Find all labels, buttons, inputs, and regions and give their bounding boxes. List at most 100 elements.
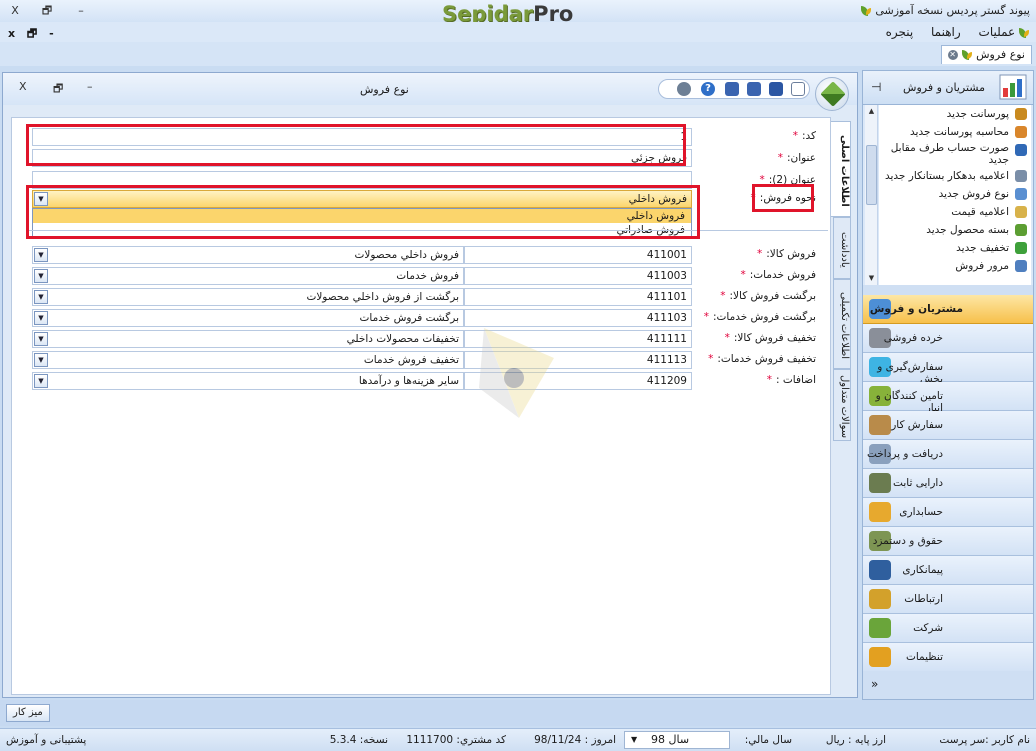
nav-module-button[interactable]: تامین کنندگان و انبار <box>863 382 1033 414</box>
title2-field[interactable] <box>32 171 692 189</box>
desktop-bar: میز کار <box>0 700 1036 726</box>
nav-module-button[interactable]: شرکت <box>863 614 1033 643</box>
doc-tab-sale-type[interactable]: نوع فروش ✕ <box>940 45 1032 64</box>
save-icon[interactable] <box>769 82 783 96</box>
scroll-up-icon[interactable]: ▲ <box>866 106 877 117</box>
nav-task-item[interactable]: تخفیف جدید <box>879 239 1031 257</box>
status-bar: نام کاربر :سر پرست ارز پایه : ريال سال م… <box>0 728 1036 751</box>
title-field[interactable]: فروش جزئي <box>32 149 692 167</box>
app-title-bar: X 🗗 – SepidarPro پیوند گستر پردیس نسخه آ… <box>0 0 1036 25</box>
help-icon[interactable]: ? <box>701 82 715 96</box>
option-domestic-sale[interactable]: فروش داخلي <box>33 209 691 223</box>
window-title: نوع فروش <box>360 83 409 96</box>
nav-task-item[interactable]: صورت حساب طرف مقابل جدید <box>879 141 1031 167</box>
nav-module-button[interactable]: سفارش کار <box>863 411 1033 440</box>
tab-main-info[interactable]: اطلاعات اصلی <box>831 121 851 217</box>
tab-close-icon[interactable]: ✕ <box>947 50 958 60</box>
form-toolbar: ? <box>658 79 810 99</box>
account-name-field[interactable]: تخفيف فروش خدمات <box>32 351 464 369</box>
menu-bar: x 🗗 - عملیات راهنما پنجره <box>0 22 1036 42</box>
discount-icon <box>1015 242 1027 254</box>
account-name-field[interactable]: ساير هزينه‌ها و درآمدها <box>32 372 464 390</box>
nav-splitter[interactable] <box>863 285 1033 295</box>
nav-module-button[interactable]: خرده فروشی <box>863 324 1033 353</box>
nav-module-button[interactable]: پیمانکاری <box>863 556 1033 585</box>
account-code-field[interactable]: 411001 <box>464 246 692 264</box>
sale-method-select[interactable]: فروش داخلي <box>32 190 692 208</box>
module-icon <box>869 502 891 522</box>
status-base-currency: ارز پایه : ريال <box>825 734 886 746</box>
account-name-field[interactable]: تخفيفات محصولات داخلي <box>32 330 464 348</box>
account-dropdown-icon[interactable]: ▼ <box>34 290 48 304</box>
account-name-field[interactable]: برگشت فروش خدمات <box>32 309 464 327</box>
nav-task-item[interactable]: محاسبه پورسانت جدید <box>879 123 1031 141</box>
save-close-icon[interactable] <box>725 82 739 96</box>
account-name-field[interactable]: فروش خدمات <box>32 267 464 285</box>
sale-type-icon <box>1015 188 1027 200</box>
code-field[interactable]: 1 <box>32 128 692 146</box>
account-name-field[interactable]: برگشت از فروش داخلي محصولات <box>32 288 464 306</box>
menu-window[interactable]: پنجره <box>886 25 914 39</box>
nav-task-item[interactable]: پورسانت جدید <box>879 105 1031 123</box>
account-dropdown-icon[interactable]: ▼ <box>34 269 48 283</box>
nav-module-button[interactable]: دارایی ثابت <box>863 469 1033 498</box>
nav-module-button[interactable]: حسابداری <box>863 498 1033 527</box>
product-pack-icon <box>1015 224 1027 236</box>
window-minimize-button[interactable]: – <box>87 80 93 93</box>
nav-task-item[interactable]: اعلامیه قیمت <box>879 203 1031 221</box>
window-close-button[interactable]: X <box>19 80 27 93</box>
account-dropdown-icon[interactable]: ▼ <box>34 374 48 388</box>
account-dropdown-icon[interactable]: ▼ <box>34 311 48 325</box>
scroll-thumb[interactable] <box>866 145 877 205</box>
menu-help[interactable]: راهنما <box>931 25 961 39</box>
chevron-more-icon[interactable]: » <box>871 677 878 691</box>
tab-faq[interactable]: سوالات متداول <box>833 369 851 441</box>
account-dropdown-icon[interactable]: ▼ <box>34 248 48 262</box>
status-version: نسخه: 5.3.4 <box>329 734 388 746</box>
account-code-field[interactable]: 411101 <box>464 288 692 306</box>
account-name-field[interactable]: فروش داخلي محصولات <box>32 246 464 264</box>
nav-task-item[interactable]: نوع فروش جدید <box>879 185 1031 203</box>
nav-task-item[interactable]: مرور فروش <box>879 257 1031 275</box>
nav-module-button[interactable]: دریافت و پرداخت <box>863 440 1033 469</box>
sepidar-leaf-icon <box>860 5 872 17</box>
app-title: پیوند گستر پردیس نسخه آموزشی <box>860 4 1030 17</box>
bee-watermark-icon <box>479 328 554 418</box>
account-dropdown-icon[interactable]: ▼ <box>34 332 48 346</box>
desk-button[interactable]: میز کار <box>6 704 50 722</box>
pin-icon[interactable]: ⊣ <box>871 80 881 94</box>
save-new-icon[interactable] <box>747 82 761 96</box>
nav-task-item[interactable]: اعلامیه بدهکار بستانکار جدید <box>879 167 1031 185</box>
sales-review-icon <box>1015 260 1027 272</box>
nav-module-button[interactable]: ارتباطات <box>863 585 1033 614</box>
scroll-down-icon[interactable]: ▼ <box>866 273 877 284</box>
tab-extra-info[interactable]: اطلاعات تکمیلی <box>833 279 851 369</box>
statement-icon <box>1015 144 1027 156</box>
debit-credit-icon <box>1015 170 1027 182</box>
nav-more[interactable]: » <box>863 671 1033 699</box>
nav-module-button[interactable]: حقوق و دستمزد <box>863 527 1033 556</box>
sale-method-dropdown-icon[interactable]: ▼ <box>34 192 48 206</box>
nav-module-button[interactable]: مشتریان و فروش <box>863 295 1033 324</box>
menu-operations[interactable]: عملیات <box>979 25 1016 39</box>
module-icon <box>869 647 891 667</box>
fiscal-year-select[interactable]: ▼ سال 98 <box>624 731 730 749</box>
nav-module-button[interactable]: سفارش‌گیری و پخش <box>863 353 1033 385</box>
nav-module-button[interactable]: تنظیمات <box>863 643 1033 672</box>
app-restore-button[interactable]: 🗗 <box>38 3 56 19</box>
nav-list-scrollbar[interactable]: ▲ ▼ <box>865 105 878 285</box>
status-support[interactable]: پشتیبانی و آموزش <box>6 734 86 746</box>
account-code-field[interactable]: 411003 <box>464 267 692 285</box>
module-icon <box>869 589 891 609</box>
new-document-icon[interactable] <box>791 82 805 96</box>
account-label: برگشت فروش خدمات:* <box>703 311 816 323</box>
account-dropdown-icon[interactable]: ▼ <box>34 353 48 367</box>
app-minimize-button[interactable]: – <box>72 3 90 19</box>
menu-leaf-icon <box>1019 27 1030 39</box>
nav-task-item[interactable]: بسته محصول جدید <box>879 221 1031 239</box>
year-dropdown-icon[interactable]: ▼ <box>631 732 637 748</box>
tab-notes[interactable]: یادداشت <box>833 217 851 279</box>
window-restore-button[interactable]: 🗗 <box>53 80 63 99</box>
tools-icon[interactable] <box>677 82 691 96</box>
app-close-button[interactable]: X <box>6 3 24 19</box>
